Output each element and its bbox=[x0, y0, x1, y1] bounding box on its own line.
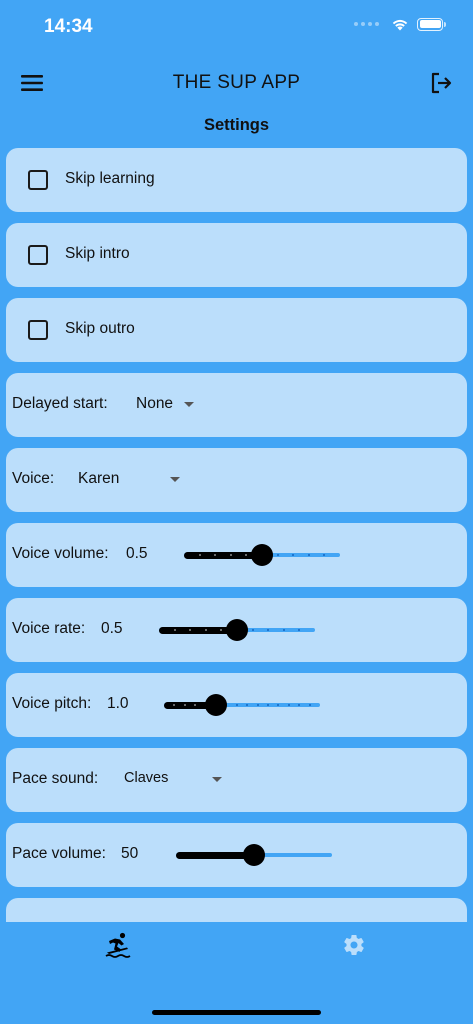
slider-tick bbox=[287, 704, 290, 706]
pace-volume-slider[interactable] bbox=[176, 844, 332, 866]
pace-sound-value: Claves bbox=[124, 770, 169, 786]
slider-thumb[interactable] bbox=[226, 619, 248, 641]
status-bar: 14:34 bbox=[0, 0, 473, 54]
skip-intro-checkbox[interactable] bbox=[28, 245, 48, 265]
slider-tick bbox=[308, 704, 311, 706]
voice-rate-row: Voice rate: 0.5 bbox=[6, 598, 467, 662]
pace-sound-label: Pace sound: bbox=[12, 770, 99, 787]
app-title: THE SUP APP bbox=[172, 72, 301, 93]
delayed-start-label: Delayed start: bbox=[12, 395, 108, 412]
skip-outro-row[interactable]: Skip outro bbox=[6, 298, 467, 362]
voice-dropdown[interactable]: Karen bbox=[76, 462, 188, 498]
slider-tick bbox=[235, 704, 238, 706]
slider-tick bbox=[229, 554, 232, 556]
voice-volume-slider[interactable] bbox=[184, 544, 340, 566]
pace-volume-row: Pace volume: 50 bbox=[6, 823, 467, 887]
nav-item-settings[interactable] bbox=[339, 930, 369, 960]
delayed-start-row: Delayed start: None bbox=[6, 373, 467, 437]
slider-tick bbox=[183, 704, 186, 706]
voice-rate-slider[interactable] bbox=[159, 619, 315, 641]
slider-tick bbox=[267, 704, 269, 706]
pace-sound-row: Pace sound: Claves bbox=[6, 748, 467, 812]
app-bar: THE SUP APP bbox=[0, 60, 473, 106]
skip-intro-label: Skip intro bbox=[65, 245, 130, 262]
chevron-down-icon bbox=[170, 477, 180, 482]
wifi-icon bbox=[392, 19, 408, 31]
voice-volume-row: Voice volume: 0.5 bbox=[6, 523, 467, 587]
slider-thumb[interactable] bbox=[204, 694, 227, 716]
pace-volume-label: Pace volume: bbox=[12, 845, 106, 862]
slider-tick bbox=[198, 554, 201, 556]
skip-outro-checkbox[interactable] bbox=[28, 320, 48, 340]
skip-learning-row[interactable]: Skip learning bbox=[6, 148, 467, 212]
voice-row: Voice: Karen bbox=[6, 448, 467, 512]
skip-intro-row[interactable]: Skip intro bbox=[6, 223, 467, 287]
slider-tick bbox=[204, 629, 207, 631]
status-time: 14:34 bbox=[44, 16, 93, 37]
voice-volume-value: 0.5 bbox=[126, 545, 148, 562]
skip-learning-checkbox[interactable] bbox=[28, 170, 48, 190]
delayed-start-value: None bbox=[136, 395, 174, 412]
logout-button[interactable] bbox=[427, 70, 455, 96]
slider-tick bbox=[276, 554, 279, 556]
chevron-down-icon bbox=[212, 777, 222, 782]
slider-tick bbox=[307, 554, 310, 556]
delayed-start-dropdown[interactable]: None bbox=[134, 387, 204, 423]
voice-pitch-value: 1.0 bbox=[107, 695, 129, 712]
skip-outro-label: Skip outro bbox=[65, 320, 135, 337]
voice-label: Voice: bbox=[12, 470, 55, 487]
voice-rate-value: 0.5 bbox=[101, 620, 123, 637]
slider-tick bbox=[282, 629, 285, 631]
chevron-down-icon bbox=[184, 402, 194, 407]
pace-sound-dropdown[interactable]: Claves bbox=[122, 762, 230, 798]
slider-tick bbox=[256, 704, 259, 706]
logout-icon bbox=[431, 72, 452, 94]
page-title: Settings bbox=[203, 116, 270, 134]
voice-pitch-label: Voice pitch: bbox=[12, 695, 92, 712]
skip-learning-label: Skip learning bbox=[65, 170, 155, 187]
nav-item-paddle[interactable] bbox=[103, 930, 133, 960]
battery-icon bbox=[417, 17, 446, 31]
slider-thumb[interactable] bbox=[251, 544, 273, 566]
cellular-signal-icon bbox=[354, 22, 379, 26]
gear-icon bbox=[344, 935, 364, 956]
surfing-icon bbox=[105, 932, 131, 958]
slider-tick bbox=[251, 629, 254, 631]
voice-pitch-slider[interactable] bbox=[164, 694, 320, 716]
voice-volume-label: Voice volume: bbox=[12, 545, 109, 562]
voice-value: Karen bbox=[78, 470, 120, 487]
slider-thumb[interactable] bbox=[243, 844, 265, 866]
slider-tick bbox=[173, 629, 176, 631]
home-indicator bbox=[152, 1010, 321, 1015]
status-icons bbox=[354, 17, 446, 31]
voice-rate-label: Voice rate: bbox=[12, 620, 86, 637]
voice-pitch-row: Voice pitch: 1.0 bbox=[6, 673, 467, 737]
pace-volume-value: 50 bbox=[121, 845, 139, 862]
bottom-nav bbox=[0, 922, 473, 1024]
